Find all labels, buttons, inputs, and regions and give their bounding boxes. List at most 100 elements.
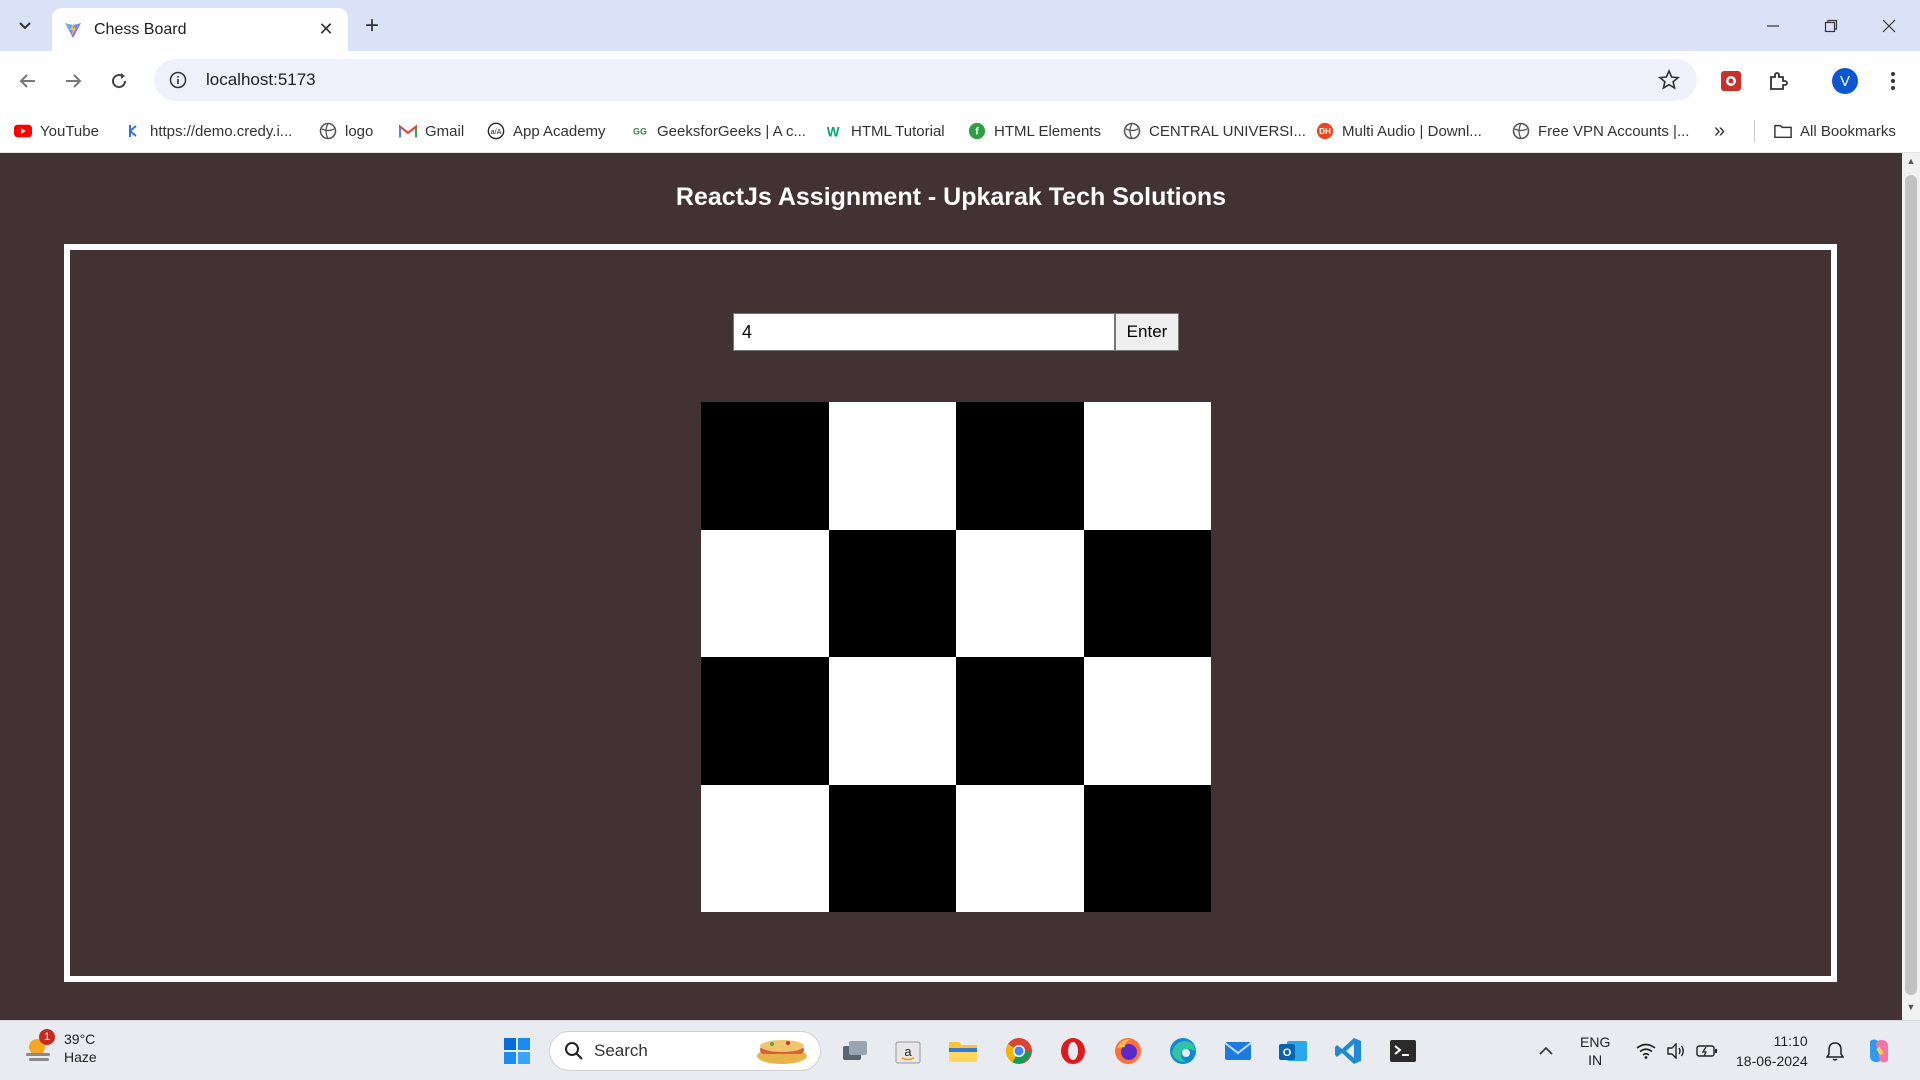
more-bookmarks-button[interactable]: »: [1714, 117, 1725, 145]
task-view-icon[interactable]: [835, 1031, 875, 1071]
mail-icon[interactable]: [1218, 1031, 1258, 1071]
bookmark-multi-audio[interactable]: DH Multi Audio | Downl...: [1316, 117, 1482, 145]
bookmark-free-vpn[interactable]: Free VPN Accounts |...: [1512, 117, 1689, 145]
browser-menu-icon[interactable]: [1878, 66, 1908, 96]
taskbar-search-box[interactable]: Search: [549, 1031, 821, 1071]
svg-text:O: O: [1283, 1047, 1292, 1059]
html-elements-icon: f: [968, 122, 986, 140]
clock[interactable]: 11:10 18-06-2024: [1736, 1021, 1808, 1080]
bookmark-logo[interactable]: logo: [319, 117, 373, 145]
bookmarks-divider: [1754, 120, 1755, 142]
enter-button[interactable]: Enter: [1115, 313, 1179, 351]
firefox-icon[interactable]: [1108, 1031, 1148, 1071]
board-size-input[interactable]: [733, 313, 1115, 351]
globe-icon: [319, 122, 337, 140]
back-icon[interactable]: [12, 65, 44, 97]
forward-icon[interactable]: [57, 65, 89, 97]
board-square-dark: [828, 784, 956, 912]
page-content: ReactJs Assignment - Upkarak Tech Soluti…: [0, 153, 1902, 1020]
terminal-icon[interactable]: [1383, 1031, 1423, 1071]
board-square-dark: [1083, 784, 1211, 912]
board-square-light: [1083, 657, 1211, 785]
all-bookmarks-button[interactable]: All Bookmarks: [1774, 117, 1896, 145]
tab-title: Chess Board: [94, 20, 187, 38]
close-tab-icon[interactable]: ✕: [312, 16, 340, 44]
weather-icon: 1: [22, 1029, 56, 1065]
svg-text:GG: GG: [633, 127, 647, 137]
bookmark-credy[interactable]: https://demo.credy.i...: [124, 117, 292, 145]
chess-board: [701, 402, 1211, 912]
battery-icon[interactable]: [1696, 1021, 1718, 1080]
app-academy-icon: a/A: [487, 122, 505, 140]
wifi-icon[interactable]: [1636, 1021, 1656, 1080]
bookmark-star-icon[interactable]: [1651, 62, 1687, 98]
new-tab-icon[interactable]: +: [356, 11, 388, 41]
address-bar[interactable]: localhost:5173: [154, 59, 1697, 101]
windows-start-icon[interactable]: [497, 1031, 537, 1071]
vscode-icon[interactable]: [1328, 1031, 1368, 1071]
close-window-icon[interactable]: [1866, 12, 1912, 40]
board-square-light: [701, 784, 829, 912]
svg-text:a/A: a/A: [491, 127, 502, 136]
scrollbar-thumb[interactable]: [1905, 175, 1917, 995]
extension-red-icon[interactable]: [1716, 66, 1746, 96]
weather-widget[interactable]: 1 39°C Haze: [22, 1029, 97, 1066]
globe-icon: [1512, 122, 1530, 140]
restore-icon[interactable]: [1808, 12, 1854, 40]
gmail-icon: [399, 122, 417, 140]
volume-icon[interactable]: [1666, 1021, 1686, 1080]
outlook-icon[interactable]: O: [1273, 1031, 1313, 1071]
copilot-icon[interactable]: [1864, 1021, 1894, 1080]
w3schools-icon: W: [825, 122, 843, 140]
board-square-light: [828, 402, 956, 530]
amazon-app-icon[interactable]: a: [888, 1031, 928, 1071]
bookmark-app-academy[interactable]: a/A App Academy: [487, 117, 606, 145]
active-tab[interactable]: Chess Board ✕: [52, 8, 348, 51]
geeksforgeeks-icon: GG: [631, 122, 649, 140]
input-language[interactable]: ENG IN: [1580, 1021, 1610, 1080]
globe-icon: [1123, 122, 1141, 140]
multi-audio-icon: DH: [1316, 122, 1334, 140]
url-text[interactable]: localhost:5173: [206, 70, 1651, 90]
svg-text:DH: DH: [1319, 127, 1331, 136]
edge-icon[interactable]: [1163, 1031, 1203, 1071]
extensions-puzzle-icon[interactable]: [1763, 66, 1793, 96]
scroll-down-icon[interactable]: ▼: [1905, 1002, 1917, 1016]
browser-toolbar: localhost:5173 V: [0, 51, 1920, 109]
vite-favicon-icon: [65, 21, 81, 38]
site-info-icon[interactable]: [168, 70, 188, 90]
reload-icon[interactable]: [103, 65, 135, 97]
profile-avatar[interactable]: V: [1830, 66, 1860, 96]
youtube-icon: [14, 122, 32, 140]
bookmark-geeksforgeeks[interactable]: GG GeeksforGeeks | A c...: [631, 117, 806, 145]
board-square-dark: [701, 657, 829, 785]
bookmarks-bar: YouTube https://demo.credy.i... logo Gma…: [0, 109, 1920, 153]
weather-condition: Haze: [64, 1049, 97, 1065]
bookmark-central-university[interactable]: CENTRAL UNIVERSI...: [1123, 117, 1306, 145]
svg-text:a: a: [904, 1044, 912, 1059]
chrome-icon[interactable]: [999, 1031, 1039, 1071]
tab-search-button[interactable]: [10, 12, 40, 40]
search-icon: [564, 1041, 584, 1061]
board-square-light: [701, 529, 829, 657]
board-square-dark: [701, 402, 829, 530]
bookmark-html-elements[interactable]: f HTML Elements: [968, 117, 1101, 145]
bookmark-html-tutorial[interactable]: W HTML Tutorial: [825, 117, 945, 145]
opera-icon[interactable]: [1053, 1031, 1093, 1071]
show-hidden-icons[interactable]: [1538, 1021, 1554, 1080]
board-square-light: [828, 657, 956, 785]
board-square-dark: [956, 402, 1084, 530]
board-square-dark: [1083, 529, 1211, 657]
page-scrollbar[interactable]: ▲ ▼: [1902, 153, 1920, 1020]
windows-taskbar: 1 39°C Haze Search a O ENG IN 11:10 18-0…: [0, 1020, 1920, 1080]
bookmark-gmail[interactable]: Gmail: [399, 117, 464, 145]
bookmark-youtube[interactable]: YouTube: [14, 117, 99, 145]
scroll-up-icon[interactable]: ▲: [1905, 156, 1917, 170]
board-square-light: [956, 529, 1084, 657]
minimize-icon[interactable]: [1750, 12, 1796, 40]
file-explorer-icon[interactable]: [943, 1031, 983, 1071]
board-square-dark: [828, 529, 956, 657]
weather-alert-badge: 1: [39, 1029, 55, 1045]
notifications-bell-icon[interactable]: [1826, 1021, 1844, 1080]
folder-icon: [1774, 122, 1792, 140]
